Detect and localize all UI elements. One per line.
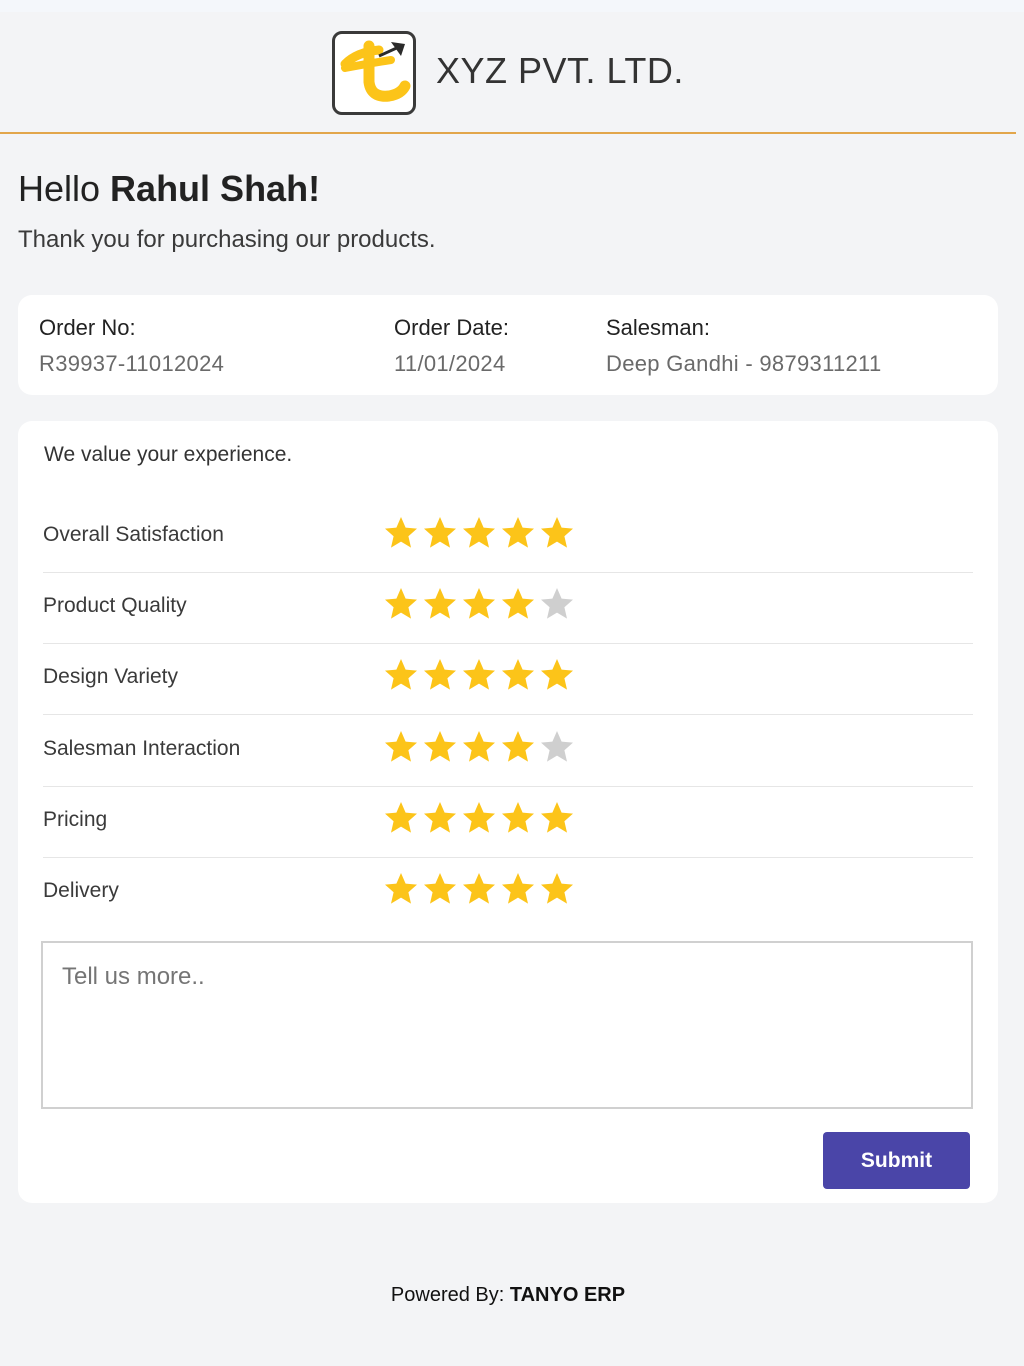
star-icon[interactable] [383,871,422,907]
rating-label: Product Quality [43,594,187,618]
star-icon[interactable] [539,800,578,836]
submit-button[interactable]: Submit [823,1132,970,1189]
rating-row: Delivery [43,857,973,928]
salesman-block: Salesman: Deep Gandhi - 9879311211 [606,315,882,377]
star-rating [383,657,578,693]
powered-by-brand: TANYO ERP [509,1284,626,1306]
feedback-intro: We value your experience. [44,443,293,466]
thank-you-message: Thank you for purchasing our products. [18,226,436,253]
rating-row: Salesman Interaction [43,715,973,787]
page-header: XYZ PVT. LTD. [0,12,1016,134]
star-icon[interactable] [500,657,539,693]
comment-input[interactable] [41,941,973,1109]
star-icon[interactable] [500,586,539,622]
star-rating [383,871,578,907]
order-info-card: Order No: R39937-11012024 Order Date: 11… [18,295,998,395]
star-icon[interactable] [539,657,578,693]
rating-row: Product Quality [43,572,973,645]
greeting: Hello Rahul Shah! [18,168,320,210]
star-icon[interactable] [500,515,539,551]
star-icon[interactable] [422,515,461,551]
star-icon[interactable] [461,871,500,907]
star-icon[interactable] [539,515,578,551]
company-logo-icon [340,40,411,102]
rating-label: Pricing [43,807,108,831]
star-icon[interactable] [422,657,461,693]
salesman-label: Salesman: [606,315,710,340]
star-icon[interactable] [500,800,539,836]
order-number-label: Order No: [39,315,136,340]
powered-by-label: Powered By: [390,1284,510,1306]
salesman-value: Deep Gandhi - 9879311211 [606,351,882,376]
rating-row: Design Variety [43,643,973,716]
star-icon[interactable] [461,586,500,622]
footer: Powered By: TANYO ERP [0,1284,1016,1307]
star-rating [383,729,578,765]
rating-label: Salesman Interaction [43,736,241,760]
rating-row: Overall Satisfaction [43,501,973,573]
star-icon[interactable] [422,586,461,622]
feedback-card: We value your experience. Overall Satisf… [18,421,998,1203]
star-icon[interactable] [422,871,461,907]
star-icon[interactable] [422,800,461,836]
star-icon[interactable] [539,586,578,622]
star-rating [383,586,578,622]
order-number-block: Order No: R39937-11012024 [39,315,224,377]
star-icon[interactable] [383,657,422,693]
customer-name: Rahul Shah! [110,168,321,209]
company-name: XYZ PVT. LTD. [436,50,684,91]
greeting-hello: Hello [18,168,111,209]
star-icon[interactable] [539,871,578,907]
star-icon[interactable] [461,729,500,765]
rating-label: Overall Satisfaction [43,523,224,546]
order-date-block: Order Date: 11/01/2024 [394,315,509,377]
rating-label: Delivery [43,879,119,902]
star-icon[interactable] [461,657,500,693]
feedback-page: XYZ PVT. LTD. Hello Rahul Shah! Thank yo… [0,12,1016,1366]
order-number-value: R39937-11012024 [39,351,225,376]
star-icon[interactable] [500,729,539,765]
star-icon[interactable] [461,515,500,551]
company-logo [332,31,416,115]
order-date-label: Order Date: [394,315,509,340]
star-icon[interactable] [422,729,461,765]
star-icon[interactable] [383,586,422,622]
star-icon[interactable] [383,800,422,836]
top-strip [0,0,1024,12]
star-icon[interactable] [461,800,500,836]
star-icon[interactable] [500,871,539,907]
star-rating [383,515,578,551]
rating-row: Pricing [43,786,973,858]
star-icon[interactable] [539,729,578,765]
star-icon[interactable] [383,515,422,551]
star-rating [383,800,578,836]
order-date-value: 11/01/2024 [394,351,506,376]
rating-label: Design Variety [43,665,179,689]
star-icon[interactable] [383,729,422,765]
